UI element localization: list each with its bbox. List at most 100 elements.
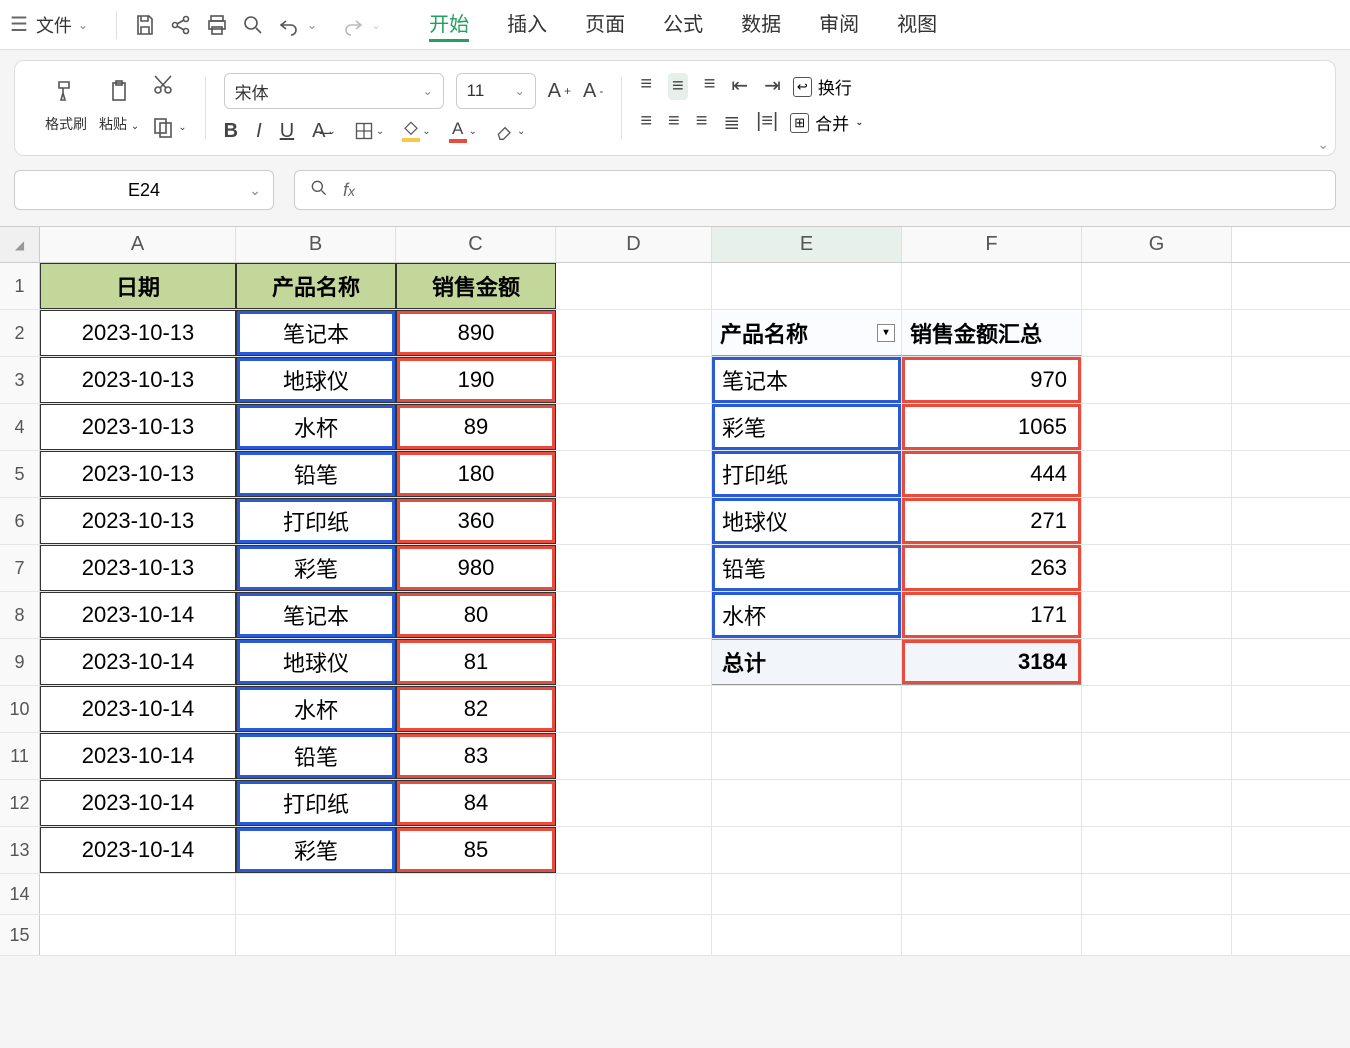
collapse-ribbon-icon[interactable]: ⌄ [1317, 136, 1329, 153]
cell-D2[interactable] [556, 310, 712, 356]
cell-B4[interactable]: 水杯 [236, 404, 396, 450]
cell-C15[interactable] [396, 915, 556, 955]
align-middle-button[interactable]: ≡ [668, 73, 688, 100]
cell-C1[interactable]: 销售金额 [396, 263, 556, 309]
cell-E10[interactable] [712, 686, 902, 732]
row-header[interactable]: 10 [0, 686, 40, 732]
redo-icon[interactable] [335, 7, 371, 43]
cell-A2[interactable]: 2023-10-13 [40, 310, 236, 356]
cell-C8[interactable]: 80 [396, 592, 556, 638]
col-header-E[interactable]: E [712, 227, 902, 262]
cell-E11[interactable] [712, 733, 902, 779]
chevron-down-icon[interactable]: ⌄ [249, 182, 261, 199]
cell-C5[interactable]: 180 [396, 451, 556, 497]
cell-G2[interactable] [1082, 310, 1232, 356]
cell-F13[interactable] [902, 827, 1082, 873]
cell-F7[interactable]: 263 [902, 545, 1082, 591]
orientation-button[interactable]: |≡| [756, 110, 778, 135]
cell-A1[interactable]: 日期 [40, 263, 236, 309]
file-menu[interactable]: 文件 [36, 12, 72, 38]
tab-page[interactable]: 页面 [585, 8, 625, 42]
row-header[interactable]: 14 [0, 874, 40, 914]
italic-button[interactable]: I [256, 120, 262, 143]
cell-A8[interactable]: 2023-10-14 [40, 592, 236, 638]
cell-F14[interactable] [902, 874, 1082, 914]
cell-D11[interactable] [556, 733, 712, 779]
cell-A3[interactable]: 2023-10-13 [40, 357, 236, 403]
cell-G5[interactable] [1082, 451, 1232, 497]
cell-G15[interactable] [1082, 915, 1232, 955]
cell-D3[interactable] [556, 357, 712, 403]
cell-D8[interactable] [556, 592, 712, 638]
cell-F5[interactable]: 444 [902, 451, 1082, 497]
tab-insert[interactable]: 插入 [507, 8, 547, 42]
justify-button[interactable]: ≣ [723, 110, 740, 135]
row-header[interactable]: 13 [0, 827, 40, 873]
cell-D4[interactable] [556, 404, 712, 450]
cell-G8[interactable] [1082, 592, 1232, 638]
cell-B13[interactable]: 彩笔 [236, 827, 396, 873]
cell-D10[interactable] [556, 686, 712, 732]
format-painter-button[interactable]: 格式刷 [45, 79, 87, 134]
align-top-button[interactable]: ≡ [640, 73, 652, 100]
row-header[interactable]: 12 [0, 780, 40, 826]
bold-button[interactable]: B [224, 120, 238, 143]
cell-B11[interactable]: 铅笔 [236, 733, 396, 779]
save-icon[interactable] [127, 7, 163, 43]
pivot-filter-button[interactable]: ▾ [877, 324, 895, 342]
cell-A7[interactable]: 2023-10-13 [40, 545, 236, 591]
row-header[interactable]: 11 [0, 733, 40, 779]
strikethrough-button[interactable]: A̶⌄ [312, 120, 336, 143]
tab-view[interactable]: 视图 [897, 8, 937, 42]
row-header[interactable]: 2 [0, 310, 40, 356]
cell-D7[interactable] [556, 545, 712, 591]
cell-B5[interactable]: 铅笔 [236, 451, 396, 497]
col-header-F[interactable]: F [902, 227, 1082, 262]
font-name-select[interactable]: 宋体⌄ [224, 73, 444, 109]
cut-button[interactable] [151, 73, 186, 97]
cell-A13[interactable]: 2023-10-14 [40, 827, 236, 873]
chevron-down-icon[interactable]: ⌄ [307, 18, 317, 32]
cell-A5[interactable]: 2023-10-13 [40, 451, 236, 497]
cell-E3[interactable]: 笔记本 [712, 357, 902, 403]
row-header[interactable]: 1 [0, 263, 40, 309]
cell-D5[interactable] [556, 451, 712, 497]
cell-B3[interactable]: 地球仪 [236, 357, 396, 403]
underline-button[interactable]: U [280, 120, 294, 143]
increase-font-button[interactable]: A+ [548, 80, 571, 103]
cell-C9[interactable]: 81 [396, 639, 556, 685]
formula-bar[interactable]: fx [294, 170, 1336, 210]
cell-A15[interactable] [40, 915, 236, 955]
cell-E6[interactable]: 地球仪 [712, 498, 902, 544]
row-header[interactable]: 3 [0, 357, 40, 403]
font-size-select[interactable]: 11⌄ [456, 73, 536, 109]
col-header-A[interactable]: A [40, 227, 236, 262]
cell-F2[interactable]: 销售金额汇总 [902, 310, 1082, 356]
cell-B7[interactable]: 彩笔 [236, 545, 396, 591]
cell-C13[interactable]: 85 [396, 827, 556, 873]
cell-C4[interactable]: 89 [396, 404, 556, 450]
cell-B12[interactable]: 打印纸 [236, 780, 396, 826]
align-left-button[interactable]: ≡ [640, 110, 652, 135]
wrap-text-button[interactable]: ↩换行 [793, 74, 852, 99]
cell-F11[interactable] [902, 733, 1082, 779]
cell-G10[interactable] [1082, 686, 1232, 732]
select-all-corner[interactable]: ◢ [0, 227, 40, 262]
cell-E13[interactable] [712, 827, 902, 873]
row-header[interactable]: 8 [0, 592, 40, 638]
row-header[interactable]: 4 [0, 404, 40, 450]
cell-F9[interactable]: 3184 [902, 639, 1082, 685]
cell-E1[interactable] [712, 263, 902, 309]
cell-B9[interactable]: 地球仪 [236, 639, 396, 685]
copy-button[interactable]: ⌄ [151, 115, 186, 139]
cell-G12[interactable] [1082, 780, 1232, 826]
row-header[interactable]: 7 [0, 545, 40, 591]
paste-button[interactable]: 粘贴 ⌄ [99, 79, 139, 134]
hamburger-icon[interactable]: ☰ [10, 12, 28, 37]
cell-G1[interactable] [1082, 263, 1232, 309]
name-box[interactable]: E24 ⌄ [14, 170, 274, 210]
cell-E8[interactable]: 水杯 [712, 592, 902, 638]
cell-G3[interactable] [1082, 357, 1232, 403]
merge-button[interactable]: ⊞合并⌄ [790, 110, 863, 135]
cell-F4[interactable]: 1065 [902, 404, 1082, 450]
